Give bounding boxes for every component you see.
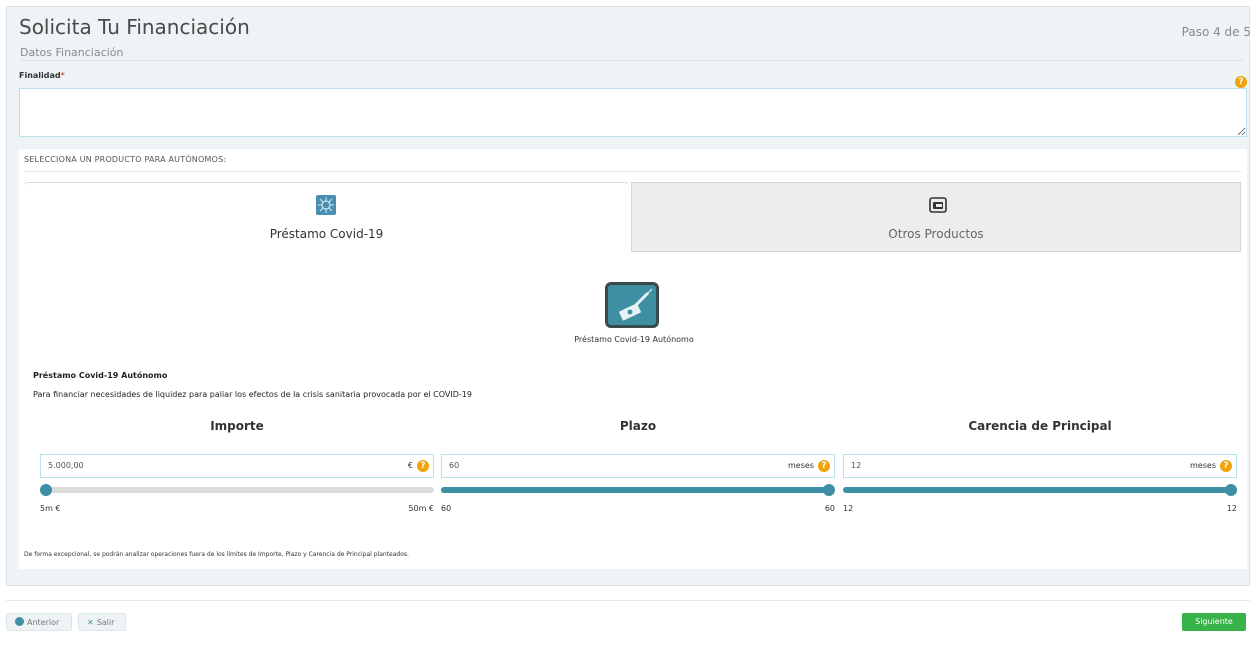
exit-button-label: Salir [96,618,115,627]
tab-prestamo-covid[interactable]: Préstamo Covid-19 [24,182,629,252]
money-syringe-icon [619,288,653,321]
wallet-icon [929,197,947,213]
importe-input[interactable]: 5.000,00 € ? [40,454,434,478]
carencia-track[interactable] [843,484,1237,496]
page-header: Solicita Tu Financiación Datos Financiac… [19,15,1251,61]
finalidad-label: Finalidad* [19,71,65,80]
plazo-track-fill [441,487,835,493]
previous-button-label: Anterior [27,618,60,627]
product-card-label: Préstamo Covid-19 Autónomo [574,335,694,344]
page-title: Solicita Tu Financiación [19,15,250,39]
next-button[interactable]: Siguiente [1182,613,1246,643]
help-icon[interactable]: ? [818,460,830,472]
slider-title: Plazo [619,419,657,433]
importe-slider-handle[interactable] [40,484,52,496]
plazo-value: 60 [449,461,460,470]
importe-unit: € [407,461,413,470]
plazo-min: 60 [441,504,452,513]
carencia-track-fill [843,487,1237,493]
virus-icon [316,195,336,215]
product-description-text: Para financiar necesidades de liquidez p… [33,390,472,399]
products-section-label: SELECCIONA UN PRODUCTO PARA AUTÓNOMOS: [24,155,227,164]
carencia-value: 12 [851,461,862,470]
plazo-unit: meses [788,461,814,470]
carencia-min: 12 [843,504,854,513]
arrow-right-circle-icon [1209,634,1219,643]
importe-track[interactable] [40,484,434,496]
importe-max: 50m € [408,504,434,513]
close-icon: ✕ [87,618,94,627]
exit-button[interactable]: ✕ Salir [78,613,126,631]
plazo-max: 60 [824,504,835,513]
slider-title: Carencia de Principal [968,419,1112,433]
importe-value: 5.000,00 [48,461,84,470]
carencia-input[interactable]: 12 meses ? [843,454,1237,478]
finalidad-textarea[interactable] [19,88,1247,137]
previous-button[interactable]: Anterior [6,613,72,631]
plazo-input[interactable]: 60 meses ? [441,454,835,478]
help-icon[interactable]: ? [1235,76,1247,88]
limits-footnote: De forma excepcional, se podrán analizar… [24,551,409,558]
finalidad-label-text: Finalidad [19,71,61,80]
carencia-max: 12 [1226,504,1237,513]
divider [24,171,1242,172]
carencia-slider-handle[interactable] [1225,484,1237,496]
plazo-track[interactable] [441,484,835,496]
product-description-title: Préstamo Covid-19 Autónomo [33,371,168,380]
next-button-label: Siguiente [1195,617,1233,626]
products-section: SELECCIONA UN PRODUCTO PARA AUTÓNOMOS: P… [19,149,1247,569]
plazo-slider-handle[interactable] [823,484,835,496]
importe-min: 5m € [40,504,61,513]
main-panel: Solicita Tu Financiación Datos Financiac… [6,6,1251,586]
required-mark: * [60,71,65,80]
help-icon[interactable]: ? [417,460,429,472]
slider-title: Importe [210,419,264,433]
tab-otros-productos[interactable]: Otros Productos [631,182,1241,252]
product-card-covid-autonomo[interactable] [605,282,659,328]
divider [6,600,1250,601]
tab-label: Préstamo Covid-19 [269,227,384,241]
arrow-left-circle-icon [15,617,24,626]
carencia-unit: meses [1190,461,1216,470]
step-indicator: Paso 4 de 5 [1181,25,1251,39]
help-icon[interactable]: ? [1220,460,1232,472]
tab-label: Otros Productos [888,227,984,241]
page-subtitle: Datos Financiación [20,46,124,59]
